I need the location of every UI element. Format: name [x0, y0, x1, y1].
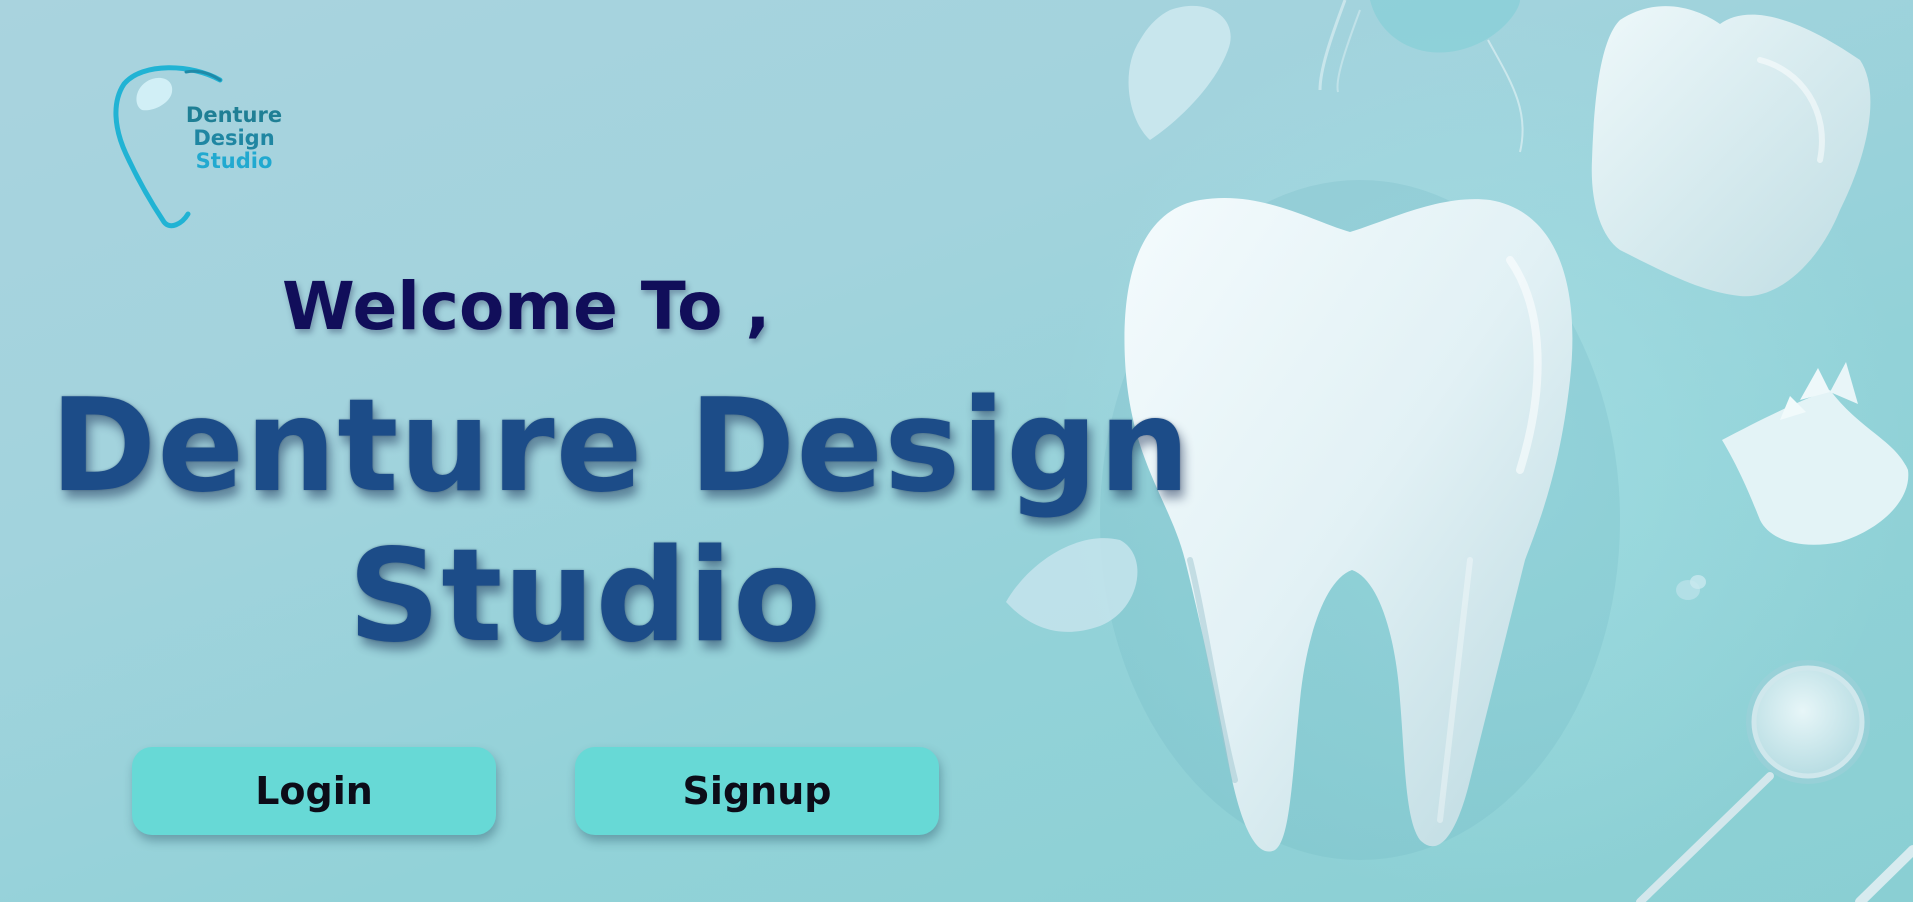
signup-button[interactable]: Signup [575, 747, 939, 835]
floss-tool-icon [1318, 0, 1524, 153]
leaf-icon [1128, 5, 1231, 140]
page-title: Denture Design Studio [50, 372, 1191, 672]
title-line-1: Denture Design [50, 372, 1191, 521]
dental-mirror-icon [1636, 660, 1913, 902]
title-line-2: Studio [348, 522, 822, 671]
bubble-decoration [1690, 575, 1706, 589]
landing-page: Denture Design Studio Welcome To , Dentu… [0, 0, 1913, 902]
welcome-heading: Welcome To , [282, 268, 771, 345]
login-button[interactable]: Login [132, 747, 496, 835]
small-tooth-icon [1591, 6, 1871, 297]
denture-crown-icon [1722, 362, 1909, 545]
